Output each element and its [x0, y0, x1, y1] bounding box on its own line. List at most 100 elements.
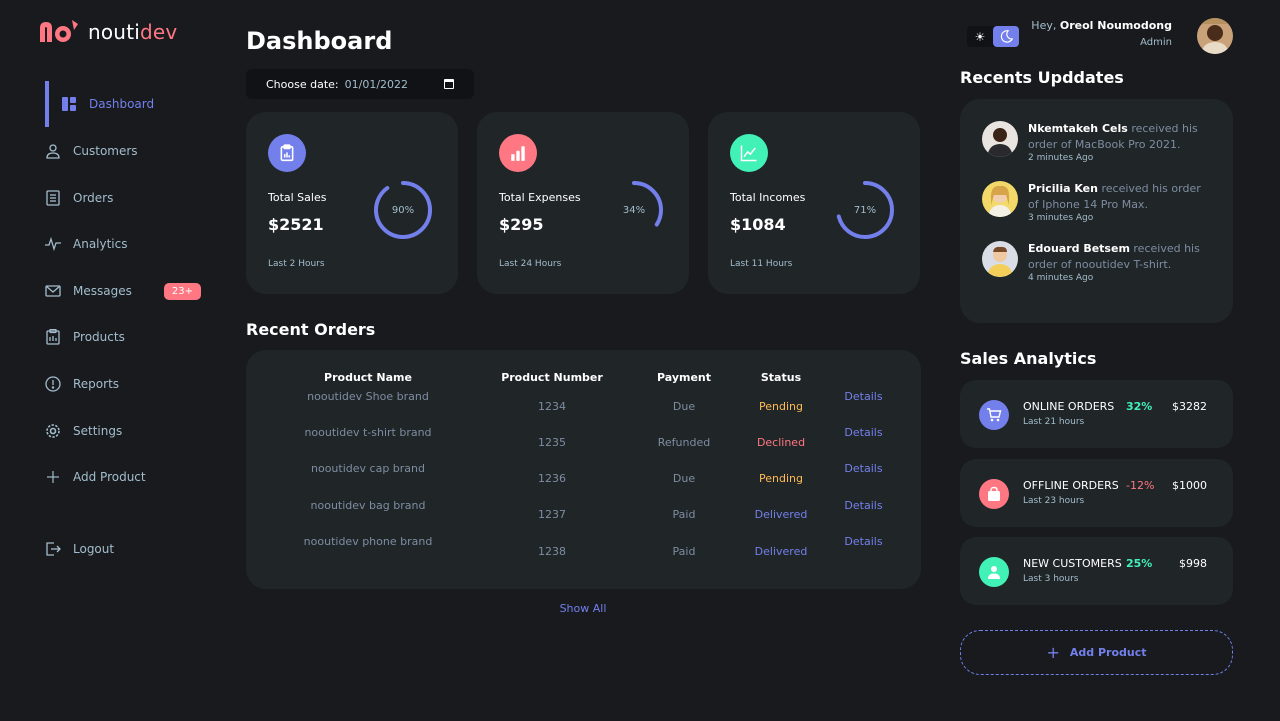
- sidebar-item-label: Reports: [73, 377, 120, 391]
- total-expenses-card: Total Expenses $295 Last 24 Hours 34%: [477, 112, 689, 294]
- analytics-name: OFFLINE ORDERS: [1023, 479, 1119, 492]
- details-link[interactable]: Details: [836, 499, 891, 512]
- update-text: Pricilia Ken received his order of Iphon…: [1028, 181, 1213, 213]
- payment-cell: Due: [672, 400, 696, 413]
- greeting: Hey,: [1031, 19, 1057, 32]
- product-number-cell: 1236: [538, 472, 566, 485]
- card-amount: $1084: [730, 215, 786, 234]
- analytics-value: $998: [1179, 557, 1207, 570]
- details-link[interactable]: Details: [836, 535, 891, 548]
- moon-icon[interactable]: [993, 26, 1019, 47]
- progress-ring: 34%: [603, 179, 665, 241]
- product-name-cell: nooutidev phone brand: [303, 535, 433, 548]
- sidebar-item-dashboard[interactable]: Dashboard: [45, 81, 205, 127]
- details-link[interactable]: Details: [836, 426, 891, 439]
- card-label: Total Incomes: [730, 191, 806, 204]
- payment-cell: Due: [672, 472, 696, 485]
- line-chart-icon: [730, 134, 768, 172]
- calendar-icon[interactable]: [444, 79, 454, 89]
- analytics-percent: 25%: [1126, 557, 1153, 570]
- analytics-period: Last 3 hours: [1023, 574, 1079, 584]
- update-time: 3 minutes Ago: [1028, 213, 1094, 223]
- profile-name: Oreol Noumodong: [1059, 19, 1172, 32]
- logo-text-prefix: nouti: [88, 20, 140, 44]
- date-input[interactable]: 01/01/2022: [345, 78, 408, 91]
- details-link[interactable]: Details: [836, 462, 891, 475]
- progress-percent: 34%: [622, 204, 646, 216]
- sidebar-item-label: Products: [73, 330, 125, 344]
- date-picker[interactable]: Choose date: 01/01/2022: [246, 69, 474, 99]
- bag-icon: [979, 479, 1009, 509]
- plus-icon: +: [1046, 643, 1060, 662]
- grid-icon: [61, 96, 77, 112]
- sun-icon[interactable]: ☀: [967, 26, 993, 47]
- product-number-cell: 1235: [538, 436, 566, 449]
- sidebar-item-label: Add Product: [73, 470, 146, 484]
- date-label: Choose date:: [266, 77, 339, 91]
- sidebar-item-label: Dashboard: [89, 97, 155, 111]
- mail-icon: [45, 283, 61, 299]
- analytics-value: $3282: [1172, 400, 1207, 413]
- analytics-period: Last 23 hours: [1023, 496, 1085, 506]
- total-incomes-card: Total Incomes $1084 Last 11 Hours 71%: [708, 112, 920, 294]
- details-link[interactable]: Details: [836, 390, 891, 403]
- clipboard-icon: [45, 329, 61, 345]
- total-sales-card: Total Sales $2521 Last 2 Hours 90%: [246, 112, 458, 294]
- card-period: Last 24 Hours: [499, 259, 562, 269]
- logo-text: noutidev: [88, 20, 177, 44]
- sidebar-item-label: Orders: [73, 191, 114, 205]
- add-product-button[interactable]: + Add Product: [960, 630, 1233, 675]
- product-name-cell: nooutidev t-shirt brand: [304, 426, 432, 439]
- brand-logo[interactable]: noutidev: [38, 18, 177, 46]
- card-period: Last 11 Hours: [730, 259, 793, 269]
- sidebar-item-logout[interactable]: Logout: [45, 526, 205, 572]
- show-all-link[interactable]: Show All: [546, 602, 620, 615]
- column-header: Product Number: [501, 371, 603, 384]
- sidebar-item-products[interactable]: Products: [45, 314, 205, 360]
- product-name-cell: nooutidev Shoe brand: [307, 390, 429, 403]
- card-amount: $295: [499, 215, 544, 234]
- sidebar-item-reports[interactable]: Reports: [45, 361, 205, 407]
- product-name-cell: nooutidev bag brand: [310, 499, 426, 512]
- status-cell: Delivered: [754, 545, 808, 558]
- alert-circle-icon: [45, 376, 61, 392]
- bar-chart-icon: [499, 134, 537, 172]
- sidebar-item-label: Logout: [73, 542, 115, 556]
- avatar: [982, 241, 1018, 277]
- status-cell: Pending: [759, 400, 803, 413]
- analytics-name: ONLINE ORDERS: [1023, 400, 1115, 413]
- update-item: Nkemtakeh Cels received his order of Mac…: [982, 121, 1212, 171]
- add-product-label: Add Product: [1069, 646, 1147, 659]
- analytics-period: Last 21 hours: [1023, 417, 1085, 427]
- sidebar-item-add-product[interactable]: Add Product: [45, 454, 205, 500]
- messages-count-badge: 23+: [163, 282, 201, 300]
- update-user-name: Pricilia Ken: [1028, 182, 1098, 195]
- profile-info: Hey, Oreol Noumodong Admin: [1031, 19, 1172, 48]
- sidebar-item-customers[interactable]: Customers: [45, 128, 205, 174]
- recent-updates-title: Recents Upddates: [960, 68, 1124, 87]
- update-item: Pricilia Ken received his order of Iphon…: [982, 181, 1212, 231]
- clipboard-icon: [268, 134, 306, 172]
- update-time: 2 minutes Ago: [1028, 153, 1094, 163]
- update-text: Edouard Betsem received his order of noo…: [1028, 241, 1213, 273]
- cart-icon: [979, 400, 1009, 430]
- sidebar-item-orders[interactable]: Orders: [45, 175, 205, 221]
- card-label: Total Sales: [268, 191, 327, 204]
- recent-orders-title: Recent Orders: [246, 320, 376, 339]
- avatar[interactable]: [1197, 18, 1233, 54]
- card-label: Total Expenses: [499, 191, 581, 204]
- progress-percent: 71%: [853, 204, 877, 216]
- sidebar-item-analytics[interactable]: Analytics: [45, 221, 205, 267]
- active-indicator: [45, 81, 49, 127]
- card-amount: $2521: [268, 215, 324, 234]
- sidebar-item-messages[interactable]: Messages 23+: [45, 268, 205, 314]
- recent-orders-table: Product Name Product Number Payment Stat…: [246, 350, 921, 589]
- sales-analytics-title: Sales Analytics: [960, 349, 1097, 368]
- product-number-cell: 1238: [538, 545, 566, 558]
- avatar: [982, 181, 1018, 217]
- theme-toggle[interactable]: ☀: [967, 26, 1019, 47]
- analytics-name: NEW CUSTOMERS: [1023, 557, 1122, 570]
- update-user-name: Edouard Betsem: [1028, 242, 1130, 255]
- sidebar-item-settings[interactable]: Settings: [45, 408, 205, 454]
- product-name-cell: nooutidev cap brand: [311, 462, 425, 475]
